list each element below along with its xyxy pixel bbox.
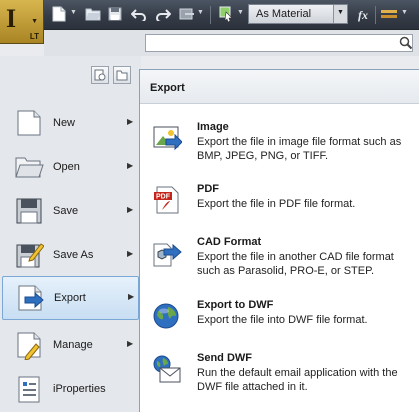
search-row — [44, 30, 419, 56]
menu-item-open[interactable]: Open ▶ — [2, 146, 139, 188]
undo-icon[interactable] — [130, 5, 148, 23]
open-folder-icon — [15, 157, 44, 178]
submenu-item-cad-format[interactable]: CAD Format Export the file in another CA… — [140, 236, 419, 292]
material-value: As Material — [256, 8, 312, 20]
menu-item-label: Save — [53, 205, 79, 217]
chevron-right-icon: ▶ — [127, 161, 134, 170]
open-documents-icon[interactable] — [113, 66, 131, 84]
new-icon[interactable] — [50, 5, 68, 23]
chevron-down-icon: ▼ — [31, 18, 38, 25]
menu-item-label: Save As — [53, 249, 94, 261]
toolbar-divider — [375, 6, 376, 24]
license-badge: LT — [29, 32, 39, 41]
material-dropdown[interactable]: As Material ▼ — [248, 4, 348, 24]
menu-item-save-as[interactable]: Save As ▶ — [2, 234, 139, 276]
submenu-item-title: Export to DWF — [197, 299, 274, 311]
new-document-icon — [17, 110, 41, 136]
save-as-icon — [16, 243, 44, 268]
search-icon[interactable] — [399, 36, 413, 50]
redo-icon[interactable] — [154, 5, 172, 23]
recent-documents-icon[interactable] — [91, 66, 109, 84]
submenu-item-title: Image — [197, 121, 229, 133]
floppy-disk-icon — [16, 198, 42, 224]
submenu-item-description: Run the default email application with t… — [197, 367, 398, 393]
submenu-item-description: Export the file in another CAD file form… — [197, 251, 394, 277]
open-icon[interactable] — [84, 5, 102, 23]
chevron-right-icon: ▶ — [127, 205, 134, 214]
manage-icon — [17, 332, 41, 360]
send-dwf-icon — [153, 355, 181, 383]
appearance-icon[interactable] — [380, 5, 398, 23]
chevron-down-icon[interactable]: ▼ — [237, 9, 244, 16]
chevron-down-icon[interactable]: ▼ — [197, 9, 204, 16]
chevron-right-icon: ▶ — [127, 117, 134, 126]
chevron-down-icon[interactable]: ▼ — [70, 9, 77, 16]
fx-icon[interactable]: fx — [354, 6, 372, 24]
submenu-item-description: Export the file into DWF file format. — [197, 314, 368, 326]
export-icon — [18, 285, 44, 311]
submenu-item-image[interactable]: Image Export the file in image file form… — [140, 121, 419, 177]
cad-format-icon — [153, 243, 182, 267]
chevron-right-icon: ▶ — [127, 249, 134, 258]
submenu-item-send-dwf[interactable]: Send DWF Run the default email applicati… — [140, 352, 419, 408]
menu-item-save[interactable]: Save ▶ — [2, 190, 139, 232]
menu-item-new[interactable]: New ▶ — [2, 102, 139, 144]
quick-access-toolbar: ▼ ▼ ▼ As Material ▼ fx ▼ — [0, 0, 419, 30]
application-menu-button[interactable]: I ▼ LT — [0, 0, 44, 44]
submenu-item-description: Export the file in PDF file format. — [197, 198, 356, 210]
menu-item-export[interactable]: Export ▶ — [2, 276, 139, 320]
save-icon[interactable] — [106, 5, 124, 23]
menu-item-label: Manage — [53, 339, 93, 351]
application-menu-panel: New ▶ Open ▶ Save ▶ Save As ▶ Export ▶ M… — [0, 56, 141, 412]
select-icon[interactable] — [218, 5, 236, 23]
chevron-down-icon[interactable]: ▼ — [401, 9, 408, 16]
submenu-item-export-to-dwf[interactable]: Export to DWF Export the file into DWF f… — [140, 299, 419, 355]
image-icon — [153, 126, 182, 151]
search-input[interactable] — [145, 34, 413, 52]
menu-item-manage[interactable]: Manage ▶ — [2, 324, 139, 366]
iproperties-icon — [18, 376, 40, 403]
chevron-right-icon: ▶ — [127, 339, 134, 348]
app-logo: I — [6, 4, 17, 33]
submenu-item-title: Send DWF — [197, 352, 252, 364]
menu-item-label: Open — [53, 161, 80, 173]
chevron-down-icon[interactable]: ▼ — [333, 5, 347, 23]
menu-item-label: New — [53, 117, 76, 129]
chevron-right-icon: ▶ — [128, 292, 135, 301]
submenu-item-description: Export the file in image file format suc… — [197, 136, 402, 162]
toolbar-divider — [210, 6, 211, 24]
return-icon[interactable] — [178, 5, 196, 23]
menu-item-label: iProperties — [53, 383, 106, 395]
pdf-badge-text: PDF — [156, 194, 171, 201]
dwf-globe-icon — [153, 303, 179, 329]
submenu-item-pdf[interactable]: PDF PDF Export the file in PDF file form… — [140, 183, 419, 239]
export-submenu: Export Image Export the file in image fi… — [139, 69, 419, 412]
menu-item-iproperties[interactable]: iProperties — [2, 368, 139, 410]
submenu-item-title: PDF — [197, 183, 219, 195]
submenu-title: Export — [140, 70, 419, 104]
pdf-icon: PDF — [154, 186, 179, 214]
submenu-item-title: CAD Format — [197, 236, 262, 248]
menu-item-label: Export — [54, 292, 86, 304]
